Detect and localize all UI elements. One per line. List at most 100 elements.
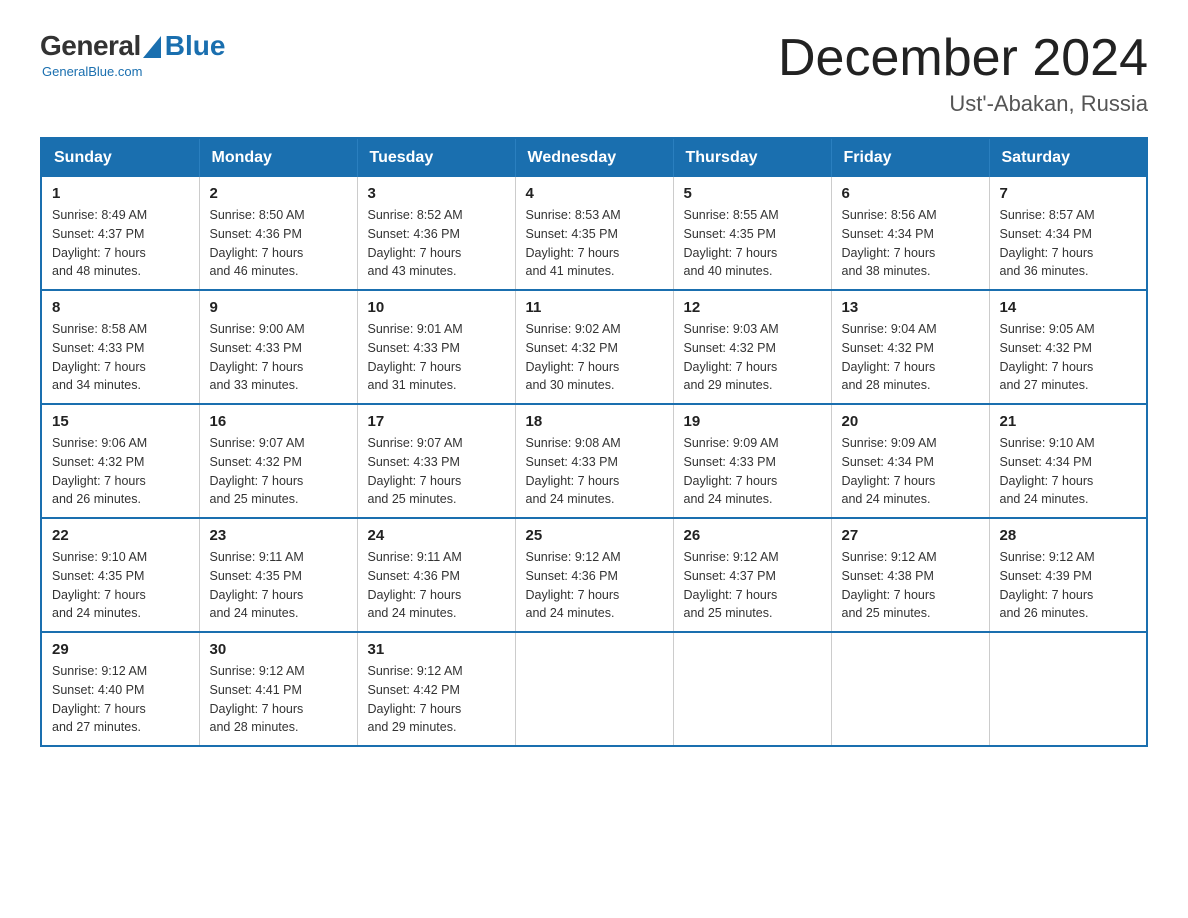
table-row: 25Sunrise: 9:12 AMSunset: 4:36 PMDayligh… — [515, 518, 673, 632]
table-row: 29Sunrise: 9:12 AMSunset: 4:40 PMDayligh… — [41, 632, 199, 746]
day-info: Sunrise: 9:06 AMSunset: 4:32 PMDaylight:… — [52, 434, 189, 509]
day-info: Sunrise: 9:02 AMSunset: 4:32 PMDaylight:… — [526, 320, 663, 395]
day-info: Sunrise: 9:08 AMSunset: 4:33 PMDaylight:… — [526, 434, 663, 509]
logo: General Blue GeneralBlue.com — [40, 30, 225, 79]
day-number: 4 — [526, 185, 663, 202]
day-number: 13 — [842, 299, 979, 316]
day-number: 12 — [684, 299, 821, 316]
day-number: 29 — [52, 641, 189, 658]
table-row: 1Sunrise: 8:49 AMSunset: 4:37 PMDaylight… — [41, 177, 199, 290]
table-row — [989, 632, 1147, 746]
table-row: 4 Sunrise: 8:53 AMSunset: 4:35 PMDaylight… — [515, 177, 673, 290]
day-number: 31 — [368, 641, 505, 658]
table-row: 2 Sunrise: 8:50 AMSunset: 4:36 PMDaylight… — [199, 177, 357, 290]
table-row: 31 Sunrise: 9:12 AMSunset: 4:42 PMDayligh… — [357, 632, 515, 746]
day-info: Sunrise: 9:01 AMSunset: 4:33 PMDaylight:… — [368, 320, 505, 395]
day-info: Sunrise: 8:53 AMSunset: 4:35 PMDaylight:… — [526, 206, 663, 281]
day-number: 15 — [52, 413, 189, 430]
day-number: 7 — [1000, 185, 1137, 202]
day-info: Sunrise: 8:52 AMSunset: 4:36 PMDaylight:… — [368, 206, 505, 281]
table-row: 18 Sunrise: 9:08 AMSunset: 4:33 PMDayligh… — [515, 404, 673, 518]
day-info: Sunrise: 9:11 AMSunset: 4:35 PMDaylight:… — [210, 548, 347, 623]
logo-triangle-icon — [143, 36, 161, 58]
table-row: 17 Sunrise: 9:07 AMSunset: 4:33 PMDayligh… — [357, 404, 515, 518]
table-row: 19 Sunrise: 9:09 AMSunset: 4:33 PMDayligh… — [673, 404, 831, 518]
day-number: 16 — [210, 413, 347, 430]
table-row: 30 Sunrise: 9:12 AMSunset: 4:41 PMDayligh… — [199, 632, 357, 746]
col-saturday: Saturday — [989, 138, 1147, 177]
day-number: 20 — [842, 413, 979, 430]
day-info: Sunrise: 9:07 AMSunset: 4:33 PMDaylight:… — [368, 434, 505, 509]
logo-general-text: General — [40, 30, 141, 62]
day-info: Sunrise: 9:09 AMSunset: 4:33 PMDaylight:… — [684, 434, 821, 509]
day-number: 23 — [210, 527, 347, 544]
day-info: Sunrise: 9:00 AMSunset: 4:33 PMDaylight:… — [210, 320, 347, 395]
day-number: 25 — [526, 527, 663, 544]
table-row: 8 Sunrise: 8:58 AMSunset: 4:33 PMDaylight… — [41, 290, 199, 404]
day-info: Sunrise: 9:09 AMSunset: 4:34 PMDaylight:… — [842, 434, 979, 509]
day-info: Sunrise: 9:12 AMSunset: 4:42 PMDaylight:… — [368, 662, 505, 737]
table-row: 7 Sunrise: 8:57 AMSunset: 4:34 PMDaylight… — [989, 177, 1147, 290]
location: Ust'-Abakan, Russia — [778, 91, 1148, 117]
day-info: Sunrise: 9:04 AMSunset: 4:32 PMDaylight:… — [842, 320, 979, 395]
day-number: 3 — [368, 185, 505, 202]
page-header: General Blue GeneralBlue.com December 20… — [40, 30, 1148, 117]
col-friday: Friday — [831, 138, 989, 177]
day-number: 14 — [1000, 299, 1137, 316]
day-number: 30 — [210, 641, 347, 658]
day-number: 2 — [210, 185, 347, 202]
day-info: Sunrise: 9:12 AMSunset: 4:41 PMDaylight:… — [210, 662, 347, 737]
col-thursday: Thursday — [673, 138, 831, 177]
logo-tagline: GeneralBlue.com — [42, 64, 142, 79]
logo-blue-text: Blue — [165, 30, 226, 62]
day-number: 8 — [52, 299, 189, 316]
calendar-header-row: Sunday Monday Tuesday Wednesday Thursday… — [41, 138, 1147, 177]
table-row: 28 Sunrise: 9:12 AMSunset: 4:39 PMDayligh… — [989, 518, 1147, 632]
day-info: Sunrise: 9:11 AMSunset: 4:36 PMDaylight:… — [368, 548, 505, 623]
table-row: 27 Sunrise: 9:12 AMSunset: 4:38 PMDayligh… — [831, 518, 989, 632]
day-number: 22 — [52, 527, 189, 544]
day-number: 17 — [368, 413, 505, 430]
day-info: Sunrise: 9:12 AMSunset: 4:37 PMDaylight:… — [684, 548, 821, 623]
table-row — [831, 632, 989, 746]
table-row: 26 Sunrise: 9:12 AMSunset: 4:37 PMDayligh… — [673, 518, 831, 632]
table-row — [515, 632, 673, 746]
title-section: December 2024 Ust'-Abakan, Russia — [778, 30, 1148, 117]
day-info: Sunrise: 9:12 AMSunset: 4:39 PMDaylight:… — [1000, 548, 1137, 623]
table-row: 15 Sunrise: 9:06 AMSunset: 4:32 PMDayligh… — [41, 404, 199, 518]
table-row: 5Sunrise: 8:55 AMSunset: 4:35 PMDaylight… — [673, 177, 831, 290]
table-row: 22 Sunrise: 9:10 AMSunset: 4:35 PMDayligh… — [41, 518, 199, 632]
day-info: Sunrise: 8:50 AMSunset: 4:36 PMDaylight:… — [210, 206, 347, 281]
table-row — [673, 632, 831, 746]
day-number: 6 — [842, 185, 979, 202]
table-row: 6 Sunrise: 8:56 AMSunset: 4:34 PMDaylight… — [831, 177, 989, 290]
col-monday: Monday — [199, 138, 357, 177]
day-info: Sunrise: 8:56 AMSunset: 4:34 PMDaylight:… — [842, 206, 979, 281]
table-row: 12Sunrise: 9:03 AMSunset: 4:32 PMDayligh… — [673, 290, 831, 404]
calendar-table: Sunday Monday Tuesday Wednesday Thursday… — [40, 137, 1148, 747]
day-info: Sunrise: 8:58 AMSunset: 4:33 PMDaylight:… — [52, 320, 189, 395]
table-row: 14Sunrise: 9:05 AMSunset: 4:32 PMDayligh… — [989, 290, 1147, 404]
table-row: 23 Sunrise: 9:11 AMSunset: 4:35 PMDayligh… — [199, 518, 357, 632]
day-number: 5 — [684, 185, 821, 202]
day-info: Sunrise: 9:12 AMSunset: 4:38 PMDaylight:… — [842, 548, 979, 623]
day-number: 21 — [1000, 413, 1137, 430]
table-row: 11 Sunrise: 9:02 AMSunset: 4:32 PMDayligh… — [515, 290, 673, 404]
table-row: 16 Sunrise: 9:07 AMSunset: 4:32 PMDayligh… — [199, 404, 357, 518]
calendar-week-row: 29Sunrise: 9:12 AMSunset: 4:40 PMDayligh… — [41, 632, 1147, 746]
day-number: 1 — [52, 185, 189, 202]
day-number: 18 — [526, 413, 663, 430]
day-number: 19 — [684, 413, 821, 430]
calendar-week-row: 8 Sunrise: 8:58 AMSunset: 4:33 PMDaylight… — [41, 290, 1147, 404]
day-number: 27 — [842, 527, 979, 544]
table-row: 20 Sunrise: 9:09 AMSunset: 4:34 PMDayligh… — [831, 404, 989, 518]
day-number: 26 — [684, 527, 821, 544]
day-info: Sunrise: 9:07 AMSunset: 4:32 PMDaylight:… — [210, 434, 347, 509]
day-info: Sunrise: 8:57 AMSunset: 4:34 PMDaylight:… — [1000, 206, 1137, 281]
day-info: Sunrise: 9:10 AMSunset: 4:35 PMDaylight:… — [52, 548, 189, 623]
day-number: 28 — [1000, 527, 1137, 544]
month-title: December 2024 — [778, 30, 1148, 87]
table-row: 13 Sunrise: 9:04 AMSunset: 4:32 PMDayligh… — [831, 290, 989, 404]
calendar-week-row: 22 Sunrise: 9:10 AMSunset: 4:35 PMDayligh… — [41, 518, 1147, 632]
day-number: 11 — [526, 299, 663, 316]
